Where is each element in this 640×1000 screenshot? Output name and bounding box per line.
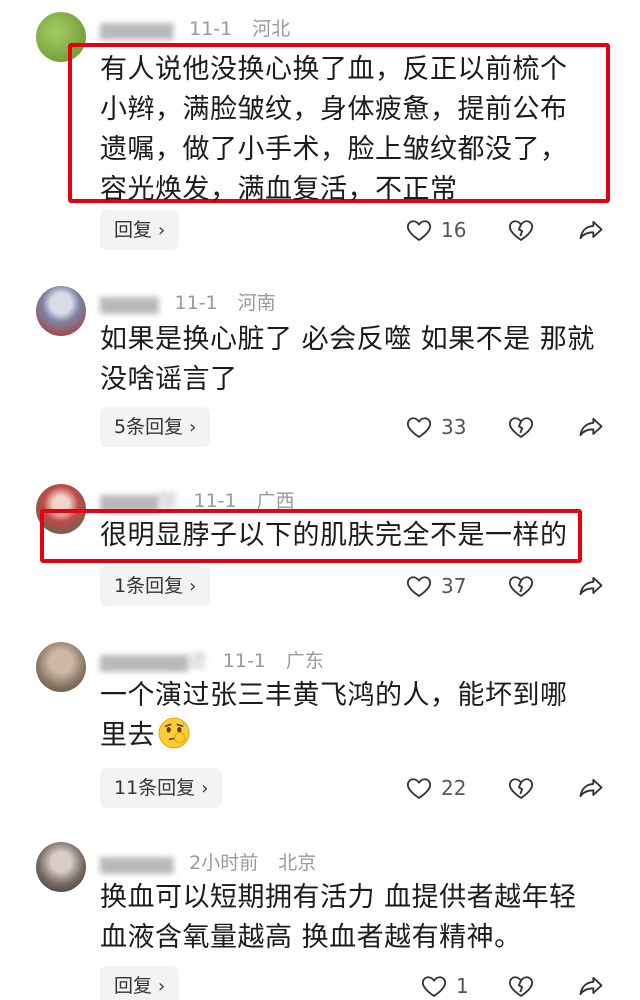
heart-icon [421, 976, 447, 997]
like-count: 1 [456, 974, 469, 998]
comment-actions: 16 [405, 210, 615, 250]
share-arrow-icon[interactable] [577, 774, 605, 802]
comment-line: 有人说他没换心换了血，反正以前梳个 [100, 54, 568, 85]
avatar[interactable] [36, 842, 86, 892]
comment-text[interactable]: 很明显脖子以下的肌肤完全不是一样的 [100, 516, 610, 556]
like-count: 33 [441, 415, 467, 439]
broken-heart-icon[interactable] [507, 216, 535, 244]
comment-text[interactable]: 如果是换心脏了 必会反噬 如果不是 那就 没啥谣言了 [100, 320, 610, 400]
reply-label: 回复 [114, 975, 153, 997]
comment-meta: ▆▆▆▆▆ 11-1 河北 [100, 14, 304, 41]
reply-label: 回复 [114, 219, 153, 241]
broken-heart-icon[interactable] [507, 572, 535, 600]
avatar[interactable] [36, 642, 86, 692]
comment-text[interactable]: 换血可以短期拥有活力 血提供者越年轻 血液含氧量越高 换血者越有精神。 [100, 878, 610, 958]
comment-line: 一个演过张三丰黄飞鸿的人，能坏到哪 [100, 680, 568, 711]
comment-date: 11-1 [174, 292, 218, 314]
chevron-right-icon: › [189, 417, 197, 438]
chevron-right-icon: › [158, 976, 166, 997]
comment-text[interactable]: 有人说他没换心换了血，反正以前梳个 小辫，满脸皱纹，身体疲惫，提前公布 遗嘱，做… [100, 50, 610, 210]
like-button[interactable]: 1 [420, 966, 469, 1000]
like-count: 37 [441, 574, 467, 598]
comment-line: 容光焕发，满血复活，不正常 [100, 174, 458, 205]
comment-location: 河南 [237, 292, 276, 314]
heart-icon [406, 417, 432, 438]
like-button[interactable]: 16 [405, 210, 466, 250]
chevron-right-icon: › [158, 220, 166, 241]
like-count: 22 [441, 776, 467, 800]
broken-heart-icon[interactable] [507, 774, 535, 802]
like-count: 16 [441, 218, 467, 242]
reply-button[interactable]: 回复 › [100, 210, 180, 250]
comment-date: 11-1 [189, 18, 233, 40]
comment-actions: 33 [405, 407, 615, 447]
reply-label: 11条回复 [114, 777, 196, 799]
share-arrow-icon[interactable] [577, 216, 605, 244]
comment-line: 很明显脖子以下的肌肤完全不是一样的 [100, 520, 568, 551]
comment-meta: ▆▆▆▆▆▆迹 11-1 广东 [100, 646, 338, 673]
heart-icon [406, 778, 432, 799]
like-button[interactable]: 33 [405, 407, 466, 447]
reply-button[interactable]: 11条回复 › [100, 768, 223, 808]
share-arrow-icon[interactable] [577, 413, 605, 441]
comment-line: 血液含氧量越高 换血者越有精神。 [100, 922, 522, 953]
user-name[interactable]: ▆▆▆▆ [100, 292, 158, 314]
share-arrow-icon[interactable] [577, 972, 605, 1000]
reply-label: 5条回复 [114, 416, 184, 438]
comment-actions: 1 [420, 966, 630, 1000]
heart-icon [406, 576, 432, 597]
comment-line: 里去 [100, 716, 610, 756]
comment-location: 北京 [278, 852, 317, 874]
thinking-face-emoji-icon [158, 717, 190, 749]
comment-line-text: 里去 [100, 720, 155, 751]
comment-line: 小辫，满脸皱纹，身体疲惫，提前公布 [100, 94, 568, 125]
comment-location: 广东 [285, 650, 324, 672]
reply-button[interactable]: 1条回复 › [100, 566, 211, 606]
broken-heart-icon[interactable] [507, 413, 535, 441]
comment-actions: 37 [405, 566, 615, 606]
comment-line: 没啥谣言了 [100, 364, 238, 395]
user-name[interactable]: ▆▆▆▆▆ [100, 852, 173, 874]
chevron-right-icon: › [201, 778, 209, 799]
reply-button[interactable]: 回复 › [100, 966, 180, 1000]
user-name[interactable]: ▆▆▆▆▆▆迹 [100, 646, 207, 673]
comment-date: 2小时前 [189, 852, 259, 874]
like-button[interactable]: 37 [405, 566, 466, 606]
user-name[interactable]: ▆▆▆▆▆ [100, 18, 173, 40]
comment-meta: ▆▆▆▆▆ 2小时前 北京 [100, 848, 330, 875]
avatar[interactable] [36, 286, 86, 336]
comment-meta: ▆▆▆▆ 11-1 河南 [100, 288, 290, 315]
reply-label: 1条回复 [114, 575, 184, 597]
heart-icon [406, 220, 432, 241]
comment-line: 如果是换心脏了 必会反噬 如果不是 那就 [100, 324, 595, 355]
comment-date: 11-1 [222, 650, 266, 672]
comment-line: 换血可以短期拥有活力 血提供者越年轻 [100, 882, 577, 913]
comment-line: 遗嘱，做了小手术，脸上皱纹都没了， [100, 134, 568, 165]
broken-heart-icon[interactable] [507, 972, 535, 1000]
share-arrow-icon[interactable] [577, 572, 605, 600]
chevron-right-icon: › [189, 576, 197, 597]
reply-button[interactable]: 5条回复 › [100, 407, 211, 447]
like-button[interactable]: 22 [405, 768, 466, 808]
comment-actions: 22 [405, 768, 615, 808]
comment-location: 河北 [252, 18, 291, 40]
comment-text[interactable]: 一个演过张三丰黄飞鸿的人，能坏到哪 里去 [100, 676, 610, 756]
